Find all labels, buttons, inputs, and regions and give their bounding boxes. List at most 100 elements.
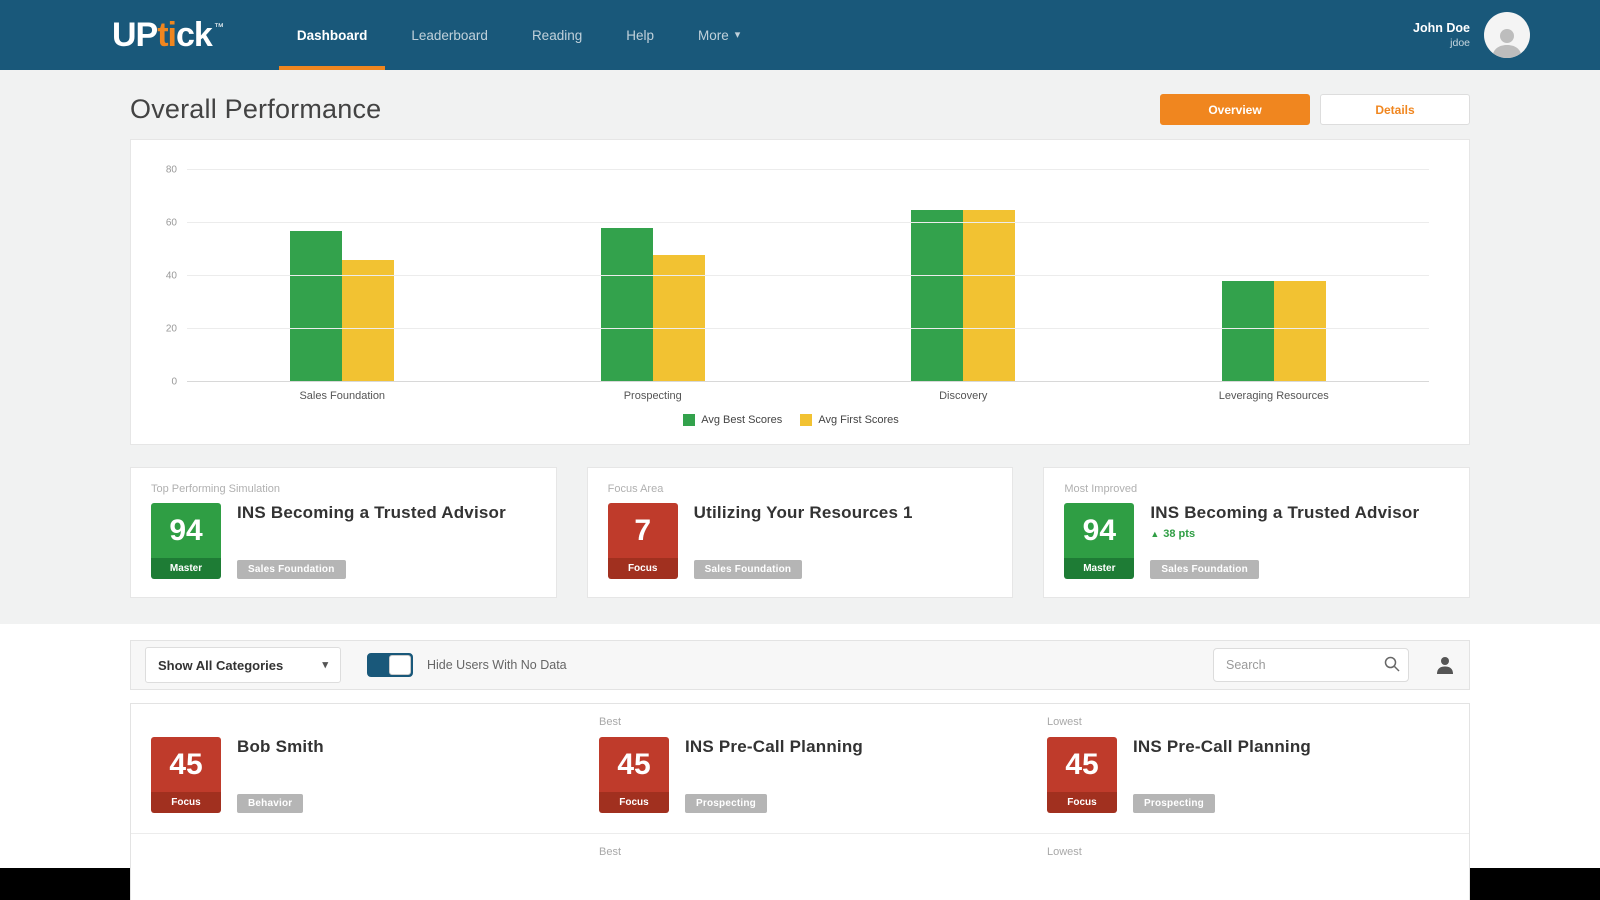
legend-label: Avg First Scores [818, 414, 899, 426]
page-head: Overall Performance Overview Details [130, 94, 1470, 125]
details-button[interactable]: Details [1320, 94, 1470, 125]
nav-item-reading[interactable]: Reading [510, 0, 604, 70]
score-level: Focus [607, 558, 678, 579]
main-nav: Dashboard Leaderboard Reading Help More ▾ [275, 0, 762, 70]
card-body: 94 Master INS Becoming a Trusted Advisor… [151, 503, 536, 579]
performance-chart-card: 0 20 40 60 80 Sales Foundation Prospecting Dis… [130, 139, 1470, 445]
score-level: Master [1064, 558, 1135, 579]
lower-section: Show All Categories ▾ Hide Users With No… [0, 624, 1600, 900]
search-input[interactable] [1213, 648, 1409, 682]
y-tick-label: 20 [165, 323, 177, 335]
brand-logo[interactable]: UP ti ck ™ [112, 15, 224, 55]
category-badge: Sales Foundation [1150, 560, 1259, 579]
score-level: Focus [599, 792, 669, 813]
chart-x-axis: Sales Foundation Prospecting Discovery Leve… [153, 390, 1429, 402]
bar-avg-first-scores [963, 209, 1016, 382]
hide-users-toggle[interactable] [367, 653, 413, 677]
overview-button[interactable]: Overview [1160, 94, 1310, 125]
person-icon [1492, 29, 1522, 58]
x-tick-label: Sales Foundation [299, 390, 386, 402]
column-label [151, 846, 599, 862]
avatar[interactable] [1484, 12, 1530, 58]
score-tile: 94 Master [1064, 503, 1135, 579]
score-tile: 7 Focus [607, 503, 678, 579]
nav-label: More [698, 27, 729, 43]
card-details: INS Becoming a Trusted Advisor ▲ 38 pts … [1150, 503, 1449, 579]
brand-up: UP [112, 15, 158, 54]
view-switcher: Overview Details [1160, 94, 1470, 125]
score-level: Master [151, 558, 221, 579]
nav-item-dashboard[interactable]: Dashboard [275, 0, 390, 70]
score-value: 45 [151, 737, 221, 792]
nav-label: Dashboard [296, 27, 368, 43]
category-badge: Behavior [237, 794, 304, 813]
bar-avg-best-scores [290, 230, 343, 382]
card-top-performing-simulation: Top Performing Simulation 94 Master INS … [130, 467, 557, 598]
card-focus-area: Focus Area 7 Focus Utilizing Your Resour… [586, 467, 1014, 598]
score-level: Focus [151, 792, 221, 813]
score-level: Focus [1047, 792, 1117, 813]
page: UP ti ck ™ Dashboard Leaderboard Reading He… [0, 0, 1600, 900]
axis-spacer [153, 390, 187, 402]
score-value: 94 [1064, 503, 1135, 558]
best-cell: 45 Focus INS Pre-Call Planning Prospecti… [599, 737, 1047, 813]
simulation-title: INS Pre-Call Planning [685, 737, 864, 756]
search-icon[interactable] [1384, 656, 1400, 672]
legend-item: Avg First Scores [800, 414, 899, 426]
user-menu[interactable]: John Doe jdoe [1413, 12, 1530, 58]
x-tick-label: Discovery [939, 390, 988, 402]
user-name: John Doe [1413, 21, 1470, 35]
user-column: 45 Focus Bob Smith Behavior [151, 716, 599, 813]
category-select[interactable]: Show All Categories ▾ [145, 647, 341, 683]
brand-ti: ti [157, 15, 177, 54]
triangle-up-icon: ▲ [1150, 529, 1160, 539]
score-tile: 45 Focus [151, 737, 221, 813]
card-details: Utilizing Your Resources 1 Sales Foundat… [693, 503, 993, 579]
user-username: jdoe [1450, 37, 1470, 49]
user-list: 45 Focus Bob Smith Behavior Best 45 Focu… [130, 703, 1470, 900]
gridline [187, 222, 1429, 223]
caret-down-icon: ▾ [322, 658, 328, 671]
category-badge: Prospecting [685, 794, 767, 813]
export-users-icon[interactable] [1435, 655, 1455, 675]
score-value: 94 [151, 503, 221, 558]
filter-toolbar: Show All Categories ▾ Hide Users With No… [130, 640, 1470, 690]
caret-down-icon: ▾ [734, 28, 741, 41]
chart-x-labels: Sales Foundation Prospecting Discovery Leve… [187, 390, 1429, 402]
user-row[interactable]: Best Lowest [131, 834, 1469, 900]
legend-swatch [683, 414, 696, 426]
score-tile: 45 Focus [599, 737, 669, 813]
bar-avg-best-scores [600, 228, 653, 382]
bar-group [1119, 170, 1430, 382]
lowest-column: Lowest 45 Focus INS Pre-Call Planning Pr… [1047, 716, 1449, 813]
user-column [151, 846, 599, 867]
card-most-improved: Most Improved 94 Master INS Becoming a T… [1043, 467, 1471, 598]
card-label: Top Performing Simulation [151, 483, 281, 495]
page-title: Overall Performance [130, 94, 382, 124]
nav-item-help[interactable]: Help [604, 0, 676, 70]
user-row[interactable]: 45 Focus Bob Smith Behavior Best 45 Focu… [131, 704, 1469, 834]
chart-groups [187, 170, 1429, 382]
upper-section: Overall Performance Overview Details 0 20… [0, 70, 1600, 624]
bar-avg-best-scores [1221, 281, 1274, 382]
nav-label: Leaderboard [411, 27, 488, 43]
score-value: 45 [599, 737, 669, 792]
nav-label: Help [626, 27, 654, 43]
legend-item: Avg Best Scores [683, 414, 782, 426]
nav-label: Reading [531, 27, 583, 43]
gridline [187, 169, 1429, 170]
nav-item-leaderboard[interactable]: Leaderboard [389, 0, 510, 70]
gridline [187, 275, 1429, 276]
nav-item-more[interactable]: More ▾ [676, 0, 762, 70]
bar-group [187, 170, 498, 382]
simulation-title: INS Pre-Call Planning [1133, 737, 1312, 756]
gridline [187, 381, 1429, 382]
search-box [1213, 648, 1409, 682]
legend-swatch [800, 414, 813, 426]
bar-group [498, 170, 809, 382]
card-label: Most Improved [1064, 483, 1138, 495]
category-badge: Prospecting [1133, 794, 1215, 813]
score-tile: 45 Focus [1047, 737, 1117, 813]
score-value: 45 [1047, 737, 1117, 792]
column-label: Best [599, 846, 622, 858]
